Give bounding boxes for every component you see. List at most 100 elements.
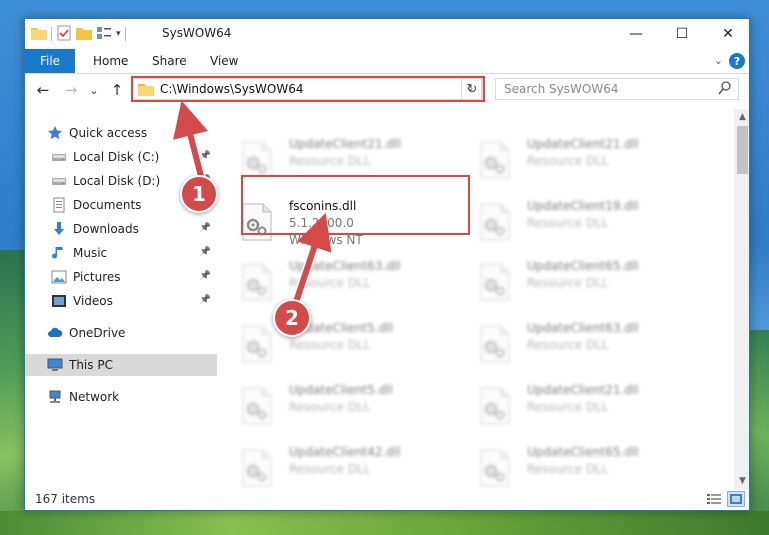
tab-view[interactable]: View (210, 49, 238, 73)
file-item-featured[interactable]: fsconins.dll 5.1.2600.0 Windows NT (241, 199, 461, 247)
scroll-down-arrow-icon[interactable]: ▼ (734, 473, 749, 489)
file-item[interactable]: UpdateClient21.dll Resource DLL (479, 383, 699, 427)
dll-file-icon (479, 141, 511, 179)
file-item[interactable]: UpdateClient63.dll Resource DLL (479, 321, 699, 365)
dll-file-icon (241, 263, 273, 301)
status-bar: 167 items (25, 489, 749, 510)
file-name: UpdateClient19.dll (527, 199, 639, 213)
sidebar-item-label: Local Disk (C:) (73, 150, 160, 164)
properties-icon[interactable] (56, 25, 72, 44)
network-icon (47, 389, 63, 405)
file-name: fsconins.dll (289, 199, 357, 213)
file-item[interactable]: UpdateClient65.dll Resource DLL (479, 259, 699, 303)
sidebar-item-network[interactable]: Network (25, 386, 217, 408)
sidebar-item-label: Downloads (73, 222, 139, 236)
pin-icon[interactable]: 📌 (200, 271, 211, 281)
file-item[interactable]: UpdateClient5.dll Resource DLL (241, 321, 461, 365)
callout-badge-1: 1 (180, 175, 218, 213)
sidebar-item-label: Videos (73, 294, 113, 308)
ribbon: File Home Share View ⌄ ? (25, 49, 749, 74)
large-icons-view-icon (730, 494, 742, 504)
navigation-pane: Quick access Local Disk (C:) 📌 Local Disk (… (25, 109, 217, 489)
address-bar[interactable]: C:\Windows\SysWOW64 ⌄ (133, 78, 482, 100)
toolbar-separator (51, 27, 52, 41)
file-type: Resource DLL (527, 338, 609, 352)
documents-icon (51, 197, 67, 213)
sidebar-item-pictures[interactable]: Pictures 📌 (25, 266, 217, 288)
customize-toolbar-chevron-icon[interactable]: ▾ (116, 29, 121, 39)
file-type: Resource DLL (527, 154, 609, 168)
pictures-icon (51, 269, 67, 285)
tab-home[interactable]: Home (93, 49, 128, 73)
expand-ribbon-chevron-icon[interactable]: ⌄ (714, 54, 723, 67)
file-item[interactable]: UpdateClient42.dll Resource DLL (241, 445, 461, 489)
close-button[interactable]: ✕ (705, 19, 749, 49)
up-button[interactable]: ↑ (107, 80, 127, 100)
sidebar-item-label: Quick access (69, 126, 148, 140)
tab-file[interactable]: File (25, 49, 75, 73)
computer-icon (47, 357, 63, 373)
dll-file-icon (479, 203, 511, 241)
file-type: Resource DLL (289, 276, 371, 290)
drive-icon (51, 149, 67, 165)
sidebar-item-music[interactable]: Music 📌 (25, 242, 217, 264)
recent-locations-button[interactable]: ⌄ (87, 80, 101, 100)
file-item[interactable]: UpdateClient5.dll Resource DLL (241, 383, 461, 427)
file-type: Resource DLL (527, 276, 609, 290)
desktop-wallpaper-right (747, 330, 769, 535)
file-item[interactable]: UpdateClient63.dll Resource DLL (241, 259, 461, 303)
refresh-icon: ↻ (466, 81, 478, 97)
details-view-icon (707, 494, 721, 504)
pin-icon[interactable]: 📌 (200, 223, 211, 233)
help-button[interactable]: ? (729, 53, 745, 69)
folder-icon (31, 26, 47, 43)
pin-icon[interactable]: 📌 (200, 247, 211, 257)
search-box[interactable]: Search SysWOW64 (495, 78, 739, 100)
scroll-up-arrow-icon[interactable]: ▲ (734, 109, 749, 125)
title-bar: ▾ SysWOW64 — ☐ ✕ (25, 19, 749, 49)
back-button[interactable]: ← (33, 80, 53, 100)
sidebar-item-quick-access[interactable]: Quick access (25, 122, 217, 144)
star-icon (47, 125, 63, 141)
pin-icon[interactable]: 📌 (200, 151, 211, 161)
file-item[interactable]: UpdateClient19.dll Resource DLL (479, 199, 699, 243)
file-name: UpdateClient21.dll (527, 137, 639, 151)
forward-button[interactable]: → (61, 80, 81, 100)
view-options-icon[interactable] (96, 26, 112, 43)
large-icons-view-button[interactable] (727, 491, 745, 507)
details-view-button[interactable] (705, 491, 723, 507)
file-type: Resource DLL (527, 462, 609, 476)
file-explorer-window: ▾ SysWOW64 — ☐ ✕ File Home Share View ⌄ … (24, 18, 750, 511)
maximize-button[interactable]: ☐ (659, 19, 705, 49)
quick-access-toolbar: ▾ (31, 25, 126, 43)
sidebar-item-this-pc[interactable]: This PC (25, 354, 217, 376)
sidebar-item-local-disk-c[interactable]: Local Disk (C:) 📌 (25, 146, 217, 168)
window-title: SysWOW64 (162, 26, 232, 40)
vertical-scrollbar[interactable]: ▲ ▼ (734, 109, 749, 489)
file-name: UpdateClient42.dll (289, 445, 401, 459)
scrollbar-thumb[interactable] (737, 126, 748, 174)
address-path: C:\Windows\SysWOW64 (160, 82, 304, 96)
sidebar-item-downloads[interactable]: Downloads 📌 (25, 218, 217, 240)
file-name: UpdateClient21.dll (527, 383, 639, 397)
drive-icon (51, 173, 67, 189)
file-item[interactable]: UpdateClient21.dll Resource DLL (241, 137, 461, 181)
dll-file-icon (241, 325, 273, 363)
file-item[interactable]: UpdateClient21.dll Resource DLL (479, 137, 699, 181)
toolbar-separator (124, 27, 126, 41)
sidebar-item-onedrive[interactable]: OneDrive (25, 322, 217, 344)
new-folder-icon[interactable] (76, 26, 92, 43)
dll-file-icon (479, 387, 511, 425)
dll-file-icon (479, 263, 511, 301)
sidebar-item-videos[interactable]: Videos 📌 (25, 290, 217, 312)
file-version: 5.1.2600.0 (289, 216, 354, 230)
pin-icon[interactable]: 📌 (200, 295, 211, 305)
tab-share[interactable]: Share (152, 49, 187, 73)
minimize-button[interactable]: — (613, 19, 659, 49)
sidebar-item-label: Network (69, 390, 120, 404)
music-icon (51, 245, 67, 261)
file-type: Resource DLL (289, 338, 371, 352)
refresh-button[interactable]: ↻ (461, 78, 483, 100)
sidebar-item-label: Documents (73, 198, 142, 212)
file-item[interactable]: UpdateClient65.dll Resource DLL (479, 445, 699, 489)
